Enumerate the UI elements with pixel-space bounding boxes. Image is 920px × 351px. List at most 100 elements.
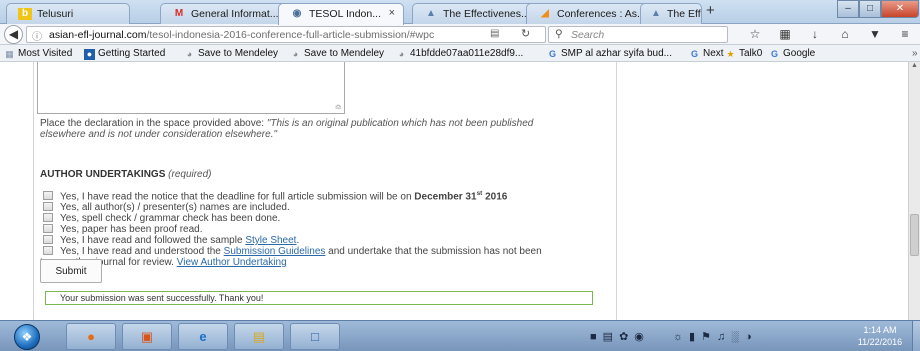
declaration-textarea[interactable]: ≏ <box>37 62 345 114</box>
declaration-quote-line2: elsewhere and is not under consideration… <box>40 129 278 140</box>
taskbar-clock[interactable]: 1:14 AM 11/22/2016 <box>850 324 910 348</box>
style-sheet-link[interactable]: Style Sheet <box>245 235 296 246</box>
home-icon[interactable]: ⌂ <box>830 27 860 41</box>
checkbox-label: Yes, paper has been proof read. <box>60 224 203 235</box>
maximize-button[interactable]: □ <box>859 0 881 18</box>
talk-icon: ★ <box>726 49 735 59</box>
minimize-button[interactable]: – <box>837 0 859 18</box>
checkbox[interactable] <box>43 224 53 233</box>
undertaking-stylesheet: Yes, I have read and followed the sample… <box>43 235 299 246</box>
close-tab-icon[interactable]: × <box>389 7 395 19</box>
battery-icon[interactable]: ▮ <box>689 331 701 343</box>
firefox-icon: ● <box>84 49 95 60</box>
checkbox-label: Yes, I have read and understood the <box>60 246 224 257</box>
checkbox-label: Yes, spell check / grammar check has bee… <box>60 213 281 224</box>
tab-effectiveness-1[interactable]: ▲ The Effectivenes... <box>412 3 542 24</box>
flag-icon[interactable]: ⚑ <box>701 331 717 343</box>
google-icon: G <box>690 49 698 59</box>
toolbar-icons: ☆ ▦ ↓ ⌂ ▼ ≡ <box>740 27 920 41</box>
taskbar-internet-explorer[interactable]: e <box>178 323 228 350</box>
checkbox[interactable] <box>43 202 53 211</box>
signal-icon[interactable]: ░ <box>731 331 745 343</box>
back-arrow-icon[interactable]: ◀ <box>4 25 23 44</box>
bookmark-label: Getting Started <box>98 48 166 59</box>
tab-label: Telusuri <box>37 8 74 20</box>
taskbar-firefox[interactable]: ● <box>66 323 116 350</box>
bookmark-label: Google <box>783 48 816 59</box>
firefox-icon: ● <box>87 329 95 344</box>
bookmarks-list-icon[interactable]: ▦ <box>770 27 800 41</box>
bookmark-label: Talk0 <box>739 48 763 59</box>
success-message: Your submission was sent successfully. T… <box>45 291 593 305</box>
url-host: asian-efl-journal.com <box>49 29 147 41</box>
url-path: /tesol-indonesia-2016-conference-full-ar… <box>146 29 435 41</box>
deadline-year: 2016 <box>482 191 508 203</box>
search-input[interactable]: ⚲ Search <box>548 26 728 43</box>
deadline-date: December 31 <box>414 191 477 203</box>
bookmark-save-mendeley-2[interactable]: ◕ Save to Mendeley <box>290 48 384 60</box>
checkbox-label: Yes, I have read the notice that the dea… <box>60 191 415 203</box>
bookmark-smp-al-azhar[interactable]: G SMP al azhar syifa bud... <box>547 48 672 60</box>
bookmark-google[interactable]: G Google <box>769 48 815 60</box>
reader-view-icon[interactable]: ▤ <box>490 28 499 39</box>
gmail-icon: M <box>174 8 184 19</box>
submit-button[interactable]: Submit <box>40 259 102 283</box>
bookmark-label: Most Visited <box>18 48 73 59</box>
declaration-quote-line1: "This is an original publication which h… <box>266 118 534 129</box>
close-window-button[interactable]: ✕ <box>881 0 919 18</box>
bookmark-getting-started[interactable]: ● Getting Started <box>84 48 165 60</box>
bookmark-save-mendeley-1[interactable]: ◕ Save to Mendeley <box>184 48 278 60</box>
power-icon[interactable]: ◑ <box>745 331 758 343</box>
bookmark-most-visited[interactable]: ▦ Most Visited <box>4 48 72 60</box>
taskbar-explorer[interactable]: ▤ <box>234 323 284 350</box>
tab-conferences[interactable]: ◢ Conferences : As... <box>526 3 658 24</box>
reload-icon[interactable]: ↻ <box>521 27 530 40</box>
checkbox[interactable] <box>43 213 53 222</box>
declaration-instruction-line2: elsewhere and is not under consideration… <box>40 129 277 140</box>
tray-icon[interactable]: ▤ <box>603 331 619 343</box>
scroll-up-icon[interactable]: ▲ <box>911 62 918 69</box>
download-icon[interactable]: ↓ <box>800 27 830 41</box>
folder-icon: ▦ <box>5 49 14 59</box>
checkbox[interactable] <box>43 191 53 201</box>
bookmark-talk0[interactable]: ★ Talk0 <box>725 48 762 60</box>
scrollbar-thumb[interactable] <box>910 214 919 256</box>
vertical-scrollbar[interactable]: ▲ <box>908 62 920 320</box>
taskbar-media[interactable]: ▣ <box>122 323 172 350</box>
info-icon[interactable]: ⓘ <box>32 28 42 42</box>
tab-general-information[interactable]: M General Informat... <box>160 3 287 24</box>
tray-icon[interactable]: ■ <box>590 331 603 343</box>
bookmark-41bfdde[interactable]: ◕ 41bfdde07aa011e28df9... <box>396 48 523 60</box>
bookmark-star-icon[interactable]: ☆ <box>740 27 770 41</box>
system-tray: ■▤✿◉ ☼▮⚑♫░◑ <box>590 330 758 343</box>
tray-icon[interactable]: ✿ <box>619 331 634 343</box>
clock-date: 11/22/2016 <box>857 337 903 347</box>
menu-icon[interactable]: ≡ <box>890 27 920 41</box>
bookmark-label: Save to Mendeley <box>198 48 279 59</box>
bookmarks-overflow-icon[interactable]: » <box>912 48 918 59</box>
checkbox[interactable] <box>43 235 53 244</box>
author-undertaking-link[interactable]: View Author Undertaking <box>177 257 287 268</box>
resize-grip-icon[interactable]: ≏ <box>334 102 342 113</box>
submission-guidelines-link[interactable]: Submission Guidelines <box>224 246 326 257</box>
globe-icon: ◕ <box>186 49 193 59</box>
new-tab-button[interactable]: + <box>706 2 715 19</box>
tab-tesol-indonesia[interactable]: ◉ TESOL Indon... × <box>278 3 404 25</box>
checkbox-label: Yes, I have read and followed the sample <box>60 235 246 246</box>
tab-telusuri[interactable]: b Telusuri <box>6 3 130 24</box>
start-button[interactable]: ❖ <box>14 324 40 350</box>
taskbar-word[interactable]: □ <box>290 323 340 350</box>
show-desktop-button[interactable] <box>912 321 920 351</box>
checkbox[interactable] <box>43 246 53 255</box>
bookmark-next[interactable]: G Next <box>689 48 724 60</box>
globe-icon: ◕ <box>292 49 299 59</box>
tray-icon[interactable]: ◉ <box>634 331 650 343</box>
url-bar[interactable]: ⓘ asian-efl-journal.com/tesol-indonesia-… <box>26 26 546 43</box>
search-placeholder: Search <box>571 29 605 41</box>
tab-effectiveness-2[interactable]: ▲ The Effectivenes... <box>640 3 702 24</box>
volume-icon[interactable]: ♫ <box>717 331 731 343</box>
undertaking-deadline: Yes, I have read the notice that the dea… <box>43 190 507 202</box>
pocket-icon[interactable]: ▼ <box>860 27 890 41</box>
checkbox-label-cont: and undertake that the submission has no… <box>325 246 542 257</box>
network-icon[interactable]: ☼ <box>673 331 689 343</box>
